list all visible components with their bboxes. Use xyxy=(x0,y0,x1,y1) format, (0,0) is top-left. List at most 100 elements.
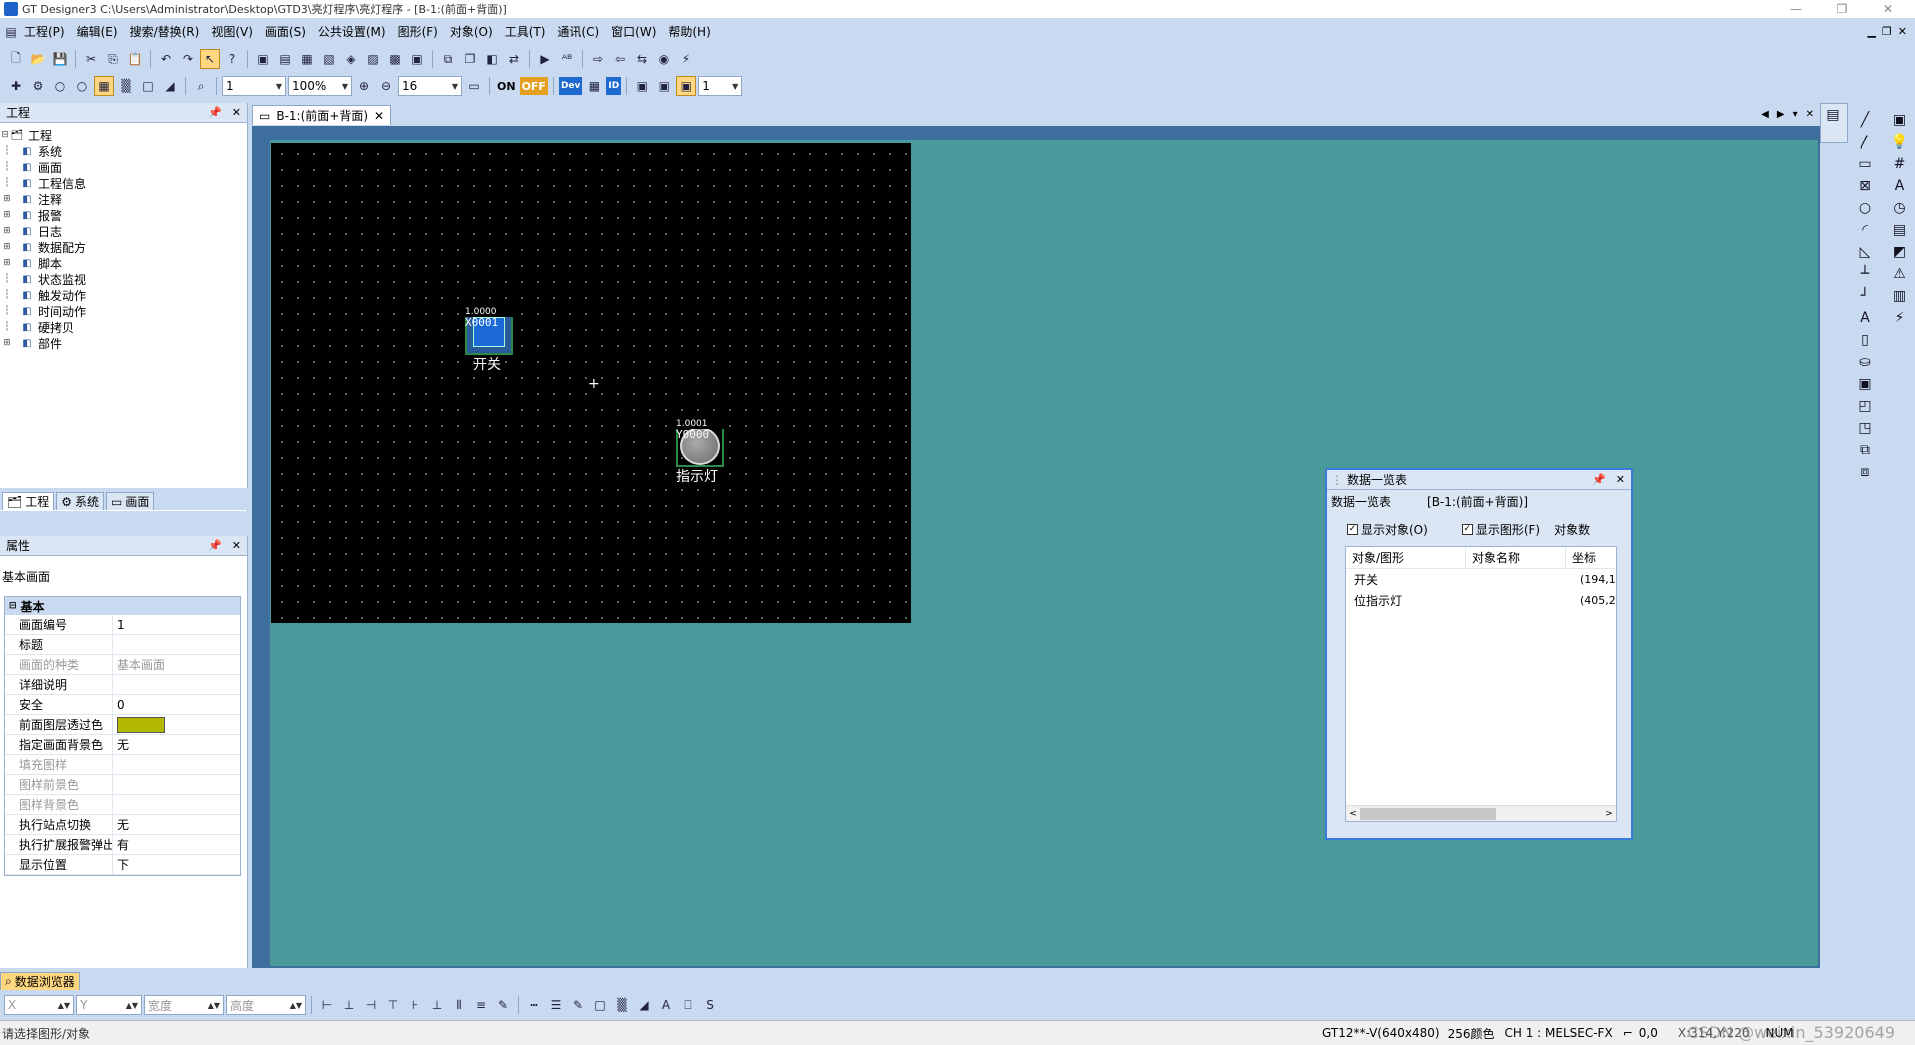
frame-icon[interactable]: □ xyxy=(138,76,158,96)
paint-icon[interactable]: ⛀ xyxy=(1853,351,1877,373)
zoom-area-icon[interactable]: ⌕ xyxy=(191,76,211,96)
zoom-select[interactable]: 100% ▼ xyxy=(288,76,352,96)
ungroup-icon[interactable]: ⧈ xyxy=(1853,461,1877,483)
horizontal-scrollbar[interactable]: < > xyxy=(1346,805,1616,821)
distribute-v-icon[interactable]: ≡ xyxy=(471,995,491,1015)
property-row[interactable]: 执行站点切换无 xyxy=(5,815,240,835)
dialog-close-icon[interactable]: ✕ xyxy=(1616,473,1625,486)
numeric-object-icon[interactable]: # xyxy=(1888,153,1912,175)
property-row[interactable]: 显示位置下 xyxy=(5,855,240,875)
line-color-icon[interactable]: ✎ xyxy=(568,995,588,1015)
new-icon[interactable]: 🗋 xyxy=(6,49,26,69)
parts-icon[interactable]: ▨ xyxy=(363,49,383,69)
on-state-button[interactable]: ON xyxy=(495,77,518,95)
pin-icon[interactable]: 📌 xyxy=(1592,473,1606,486)
text-icon[interactable]: A xyxy=(1853,307,1877,329)
grid-color-icon[interactable]: ▭ xyxy=(464,76,484,96)
device-icon[interactable]: ▩ xyxy=(385,49,405,69)
property-value[interactable] xyxy=(113,795,240,814)
property-section-header[interactable]: ⊟ 基本 xyxy=(5,597,240,615)
tree-item[interactable]: ┆ ◧ 工程信息 xyxy=(0,175,247,191)
property-value[interactable]: 无 xyxy=(113,735,240,754)
comment-object-icon[interactable]: ▤ xyxy=(1888,219,1912,241)
text-style-icon[interactable]: S xyxy=(700,995,720,1015)
window-tile-icon[interactable]: ⧉ xyxy=(438,49,458,69)
tree-item[interactable]: ┆ ◧ 时间动作 xyxy=(0,303,247,319)
save-icon[interactable]: 💾 xyxy=(50,49,70,69)
tree-item[interactable]: ⊞ ◧ 部件 xyxy=(0,335,247,351)
line-icon[interactable]: ╱ xyxy=(1853,109,1877,131)
data-list-titlebar[interactable]: ⋮ 数据一览表 📌 ✕ xyxy=(1327,470,1631,490)
x-input[interactable]: X ▲▼ xyxy=(4,995,74,1015)
menu-window[interactable]: 窗口(W) xyxy=(605,20,662,44)
menu-figure[interactable]: 图形(F) xyxy=(392,20,444,44)
window-swap-icon[interactable]: ⇄ xyxy=(504,49,524,69)
property-row[interactable]: 执行扩展报警弹出显有 xyxy=(5,835,240,855)
device-display-button[interactable]: Dev xyxy=(558,77,583,95)
collapse-icon[interactable]: ⊟ xyxy=(9,601,17,611)
property-row[interactable]: 填充图样 xyxy=(5,755,240,775)
close-icon[interactable]: ✕ xyxy=(1865,0,1911,18)
collapse-icon[interactable]: ⊟ xyxy=(0,130,10,140)
menu-project[interactable]: 工程(P) xyxy=(18,20,71,44)
line-style-icon[interactable]: ┅ xyxy=(524,995,544,1015)
property-value[interactable]: 1 xyxy=(113,615,240,634)
property-row[interactable]: 指定画面背景色无 xyxy=(5,735,240,755)
property-row[interactable]: 画面的种类 基本画面 xyxy=(5,655,240,675)
align-right-icon[interactable]: ⊣ xyxy=(361,995,381,1015)
preview-icon[interactable]: ▣ xyxy=(407,49,427,69)
zoom-in-icon[interactable]: ⊕ xyxy=(354,76,374,96)
property-row[interactable]: 画面编号 1 xyxy=(5,615,240,635)
tree-item[interactable]: ⊞ ◧ 脚本 xyxy=(0,255,247,271)
undo-icon[interactable]: ↶ xyxy=(156,49,176,69)
fill-color-icon[interactable]: ◢ xyxy=(634,995,654,1015)
screen-canvas[interactable]: 1.0000 X0001 开关 1.0001 Y0000 指示灯 + xyxy=(271,143,911,623)
tab-data-browser[interactable]: ⌕ 数据浏览器 xyxy=(0,972,80,990)
copy-icon[interactable]: ⎘ xyxy=(103,49,123,69)
add-screen-icon[interactable]: ✚ xyxy=(6,76,26,96)
window-red-icon[interactable]: ◧ xyxy=(482,49,502,69)
line-width-icon[interactable]: ☰ xyxy=(546,995,566,1015)
align-center-icon[interactable]: ⊥ xyxy=(339,995,359,1015)
menu-object[interactable]: 对象(O) xyxy=(444,20,499,44)
document-tab[interactable]: ▭ B-1:(前面+背面) ✕ xyxy=(252,105,392,125)
property-value[interactable]: 下 xyxy=(113,855,240,874)
ascii-object-icon[interactable]: A xyxy=(1888,175,1912,197)
open-icon[interactable]: 📂 xyxy=(28,49,48,69)
ie-icon[interactable]: ◳ xyxy=(1853,417,1877,439)
tab-project[interactable]: 🗂 工程 xyxy=(2,492,55,510)
property-row[interactable]: 图样前景色 xyxy=(5,775,240,795)
dxf-icon[interactable]: ◰ xyxy=(1853,395,1877,417)
column-header-coord[interactable]: 坐标 xyxy=(1566,547,1616,568)
parts-object-icon[interactable]: ◩ xyxy=(1888,241,1912,263)
data-list-row[interactable]: 开关 (194,1 xyxy=(1346,569,1616,590)
fill-pattern-icon[interactable]: ▒ xyxy=(612,995,632,1015)
tab-screen[interactable]: ▭ 画面 xyxy=(106,492,155,510)
tab-next-icon[interactable]: ▶ xyxy=(1777,109,1785,120)
screen-number-select[interactable]: 1 ▼ xyxy=(222,76,286,96)
window-cascade-icon[interactable]: ❐ xyxy=(460,49,480,69)
pin-icon[interactable]: 📌 xyxy=(208,106,222,119)
align-middle-icon[interactable]: ⊦ xyxy=(405,995,425,1015)
expand-icon[interactable]: ⊞ xyxy=(2,210,12,220)
simulator-icon[interactable]: ▶ xyxy=(535,49,555,69)
app-menu-icon[interactable]: ▤ xyxy=(4,22,18,42)
mdi-minimize-icon[interactable]: ▁ xyxy=(1867,20,1875,44)
property-row[interactable]: 标题 xyxy=(5,635,240,655)
select-pointer-icon[interactable]: ↖ xyxy=(200,49,220,69)
scroll-thumb[interactable] xyxy=(1360,807,1496,820)
polygon-icon[interactable]: ⊠ xyxy=(1853,175,1877,197)
sector-icon[interactable]: ◺ xyxy=(1853,241,1877,263)
redo-icon[interactable]: ↷ xyxy=(178,49,198,69)
screen-props-icon[interactable]: ▧ xyxy=(319,49,339,69)
menu-tools[interactable]: 工具(T) xyxy=(499,20,552,44)
doc-close-icon[interactable]: ✕ xyxy=(1806,109,1814,120)
screen-settings-icon[interactable]: ⚙ xyxy=(28,76,48,96)
menu-communication[interactable]: 通讯(C) xyxy=(551,20,605,44)
align-left-icon[interactable]: ⊢ xyxy=(317,995,337,1015)
group-icon[interactable]: ⧉ xyxy=(1853,439,1877,461)
zoom-out-icon[interactable]: ⊖ xyxy=(376,76,396,96)
library-icon[interactable]: ◈ xyxy=(341,49,361,69)
alarm-object-icon[interactable]: ⚠ xyxy=(1888,263,1912,285)
tab-close-icon[interactable]: ✕ xyxy=(374,109,384,123)
